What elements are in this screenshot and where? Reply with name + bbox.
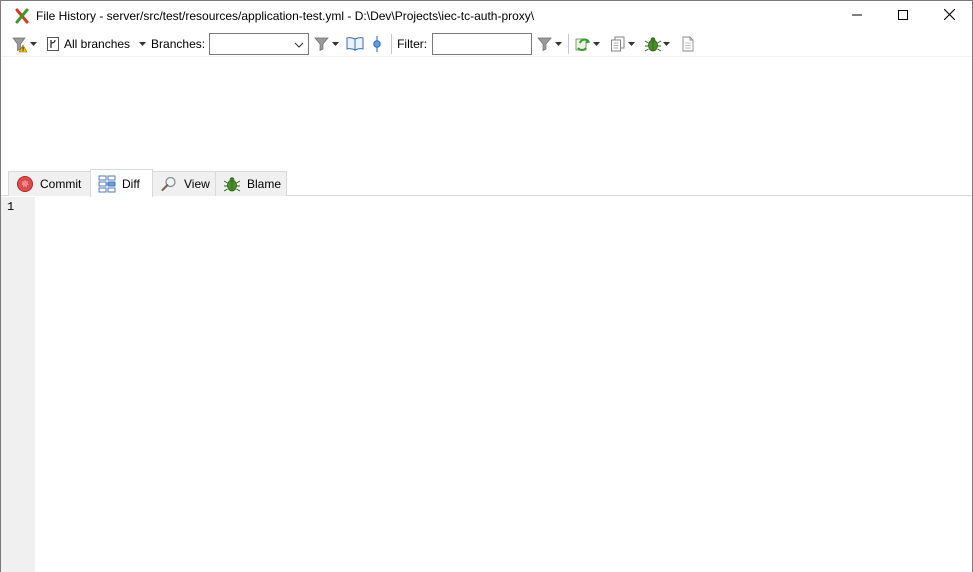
tab-view[interactable]: View bbox=[152, 171, 216, 196]
book-icon bbox=[346, 35, 364, 53]
chevron-down-icon bbox=[662, 39, 671, 49]
diff-editor[interactable]: 1 bbox=[1, 197, 972, 572]
tab-commit-label: Commit bbox=[40, 177, 82, 191]
file-history-window: File History - server/src/test/resources… bbox=[0, 0, 973, 572]
toolbar-separator bbox=[391, 33, 393, 54]
funnel-icon bbox=[313, 35, 331, 53]
filter-options-button[interactable] bbox=[11, 33, 38, 55]
close-icon bbox=[943, 8, 955, 23]
refresh-button[interactable] bbox=[574, 33, 601, 55]
show-file-button[interactable] bbox=[679, 33, 697, 55]
git-extensions-icon bbox=[14, 8, 30, 24]
chevron-down-icon bbox=[294, 39, 304, 53]
tab-view-label: View bbox=[184, 177, 210, 191]
copy-button[interactable] bbox=[609, 33, 636, 55]
title-bar[interactable]: File History - server/src/test/resources… bbox=[1, 1, 972, 31]
branch-icon bbox=[46, 35, 60, 53]
minimize-button[interactable] bbox=[834, 1, 880, 31]
tab-diff[interactable]: Diff bbox=[90, 169, 153, 197]
copy-icon bbox=[609, 35, 627, 53]
reflog-button[interactable] bbox=[346, 33, 364, 55]
chevron-down-icon bbox=[627, 39, 636, 49]
window-title: File History - server/src/test/resources… bbox=[36, 9, 535, 23]
text-filter-button[interactable] bbox=[536, 33, 563, 55]
chevron-down-icon bbox=[29, 39, 38, 49]
bisect-button[interactable] bbox=[644, 33, 671, 55]
minimize-icon bbox=[852, 9, 862, 23]
tab-blame[interactable]: Blame bbox=[215, 171, 287, 196]
filter-label: Filter: bbox=[397, 36, 428, 51]
first-parent-button[interactable] bbox=[368, 33, 386, 55]
commit-node-icon bbox=[368, 35, 386, 53]
tab-commit[interactable]: Commit bbox=[8, 171, 91, 196]
chevron-down-icon bbox=[138, 39, 147, 49]
toolbar-separator bbox=[568, 33, 570, 54]
tab-strip: Commit Diff View Blame bbox=[1, 169, 972, 197]
maximize-button[interactable] bbox=[880, 1, 926, 31]
branch-selector[interactable]: All branches bbox=[46, 33, 147, 55]
toolbar: All branches Branches: Filter: bbox=[1, 31, 972, 57]
bug-icon bbox=[644, 35, 662, 53]
close-button[interactable] bbox=[926, 1, 972, 31]
bug-icon bbox=[223, 175, 241, 193]
magnifier-icon bbox=[160, 175, 178, 193]
branch-filter-button[interactable] bbox=[313, 33, 340, 55]
window-controls bbox=[834, 1, 972, 31]
filter-input[interactable] bbox=[432, 32, 533, 55]
diff-icon bbox=[98, 175, 116, 193]
revision-grid[interactable] bbox=[1, 57, 972, 169]
line-number: 1 bbox=[7, 200, 15, 214]
line-number-gutter: 1 bbox=[1, 197, 35, 572]
chevron-down-icon bbox=[331, 39, 340, 49]
page-icon bbox=[679, 35, 697, 53]
refresh-icon bbox=[574, 35, 592, 53]
tab-diff-label: Diff bbox=[122, 176, 140, 191]
branches-combobox[interactable] bbox=[209, 32, 310, 55]
commit-icon bbox=[16, 175, 34, 193]
chevron-down-icon bbox=[554, 39, 563, 49]
maximize-icon bbox=[898, 9, 908, 23]
tab-blame-label: Blame bbox=[247, 177, 282, 191]
funnel-icon bbox=[536, 35, 554, 53]
branches-label: Branches: bbox=[151, 36, 206, 51]
filter-warning-icon bbox=[11, 35, 29, 53]
branch-selector-label: All branches bbox=[64, 36, 131, 51]
chevron-down-icon bbox=[592, 39, 601, 49]
